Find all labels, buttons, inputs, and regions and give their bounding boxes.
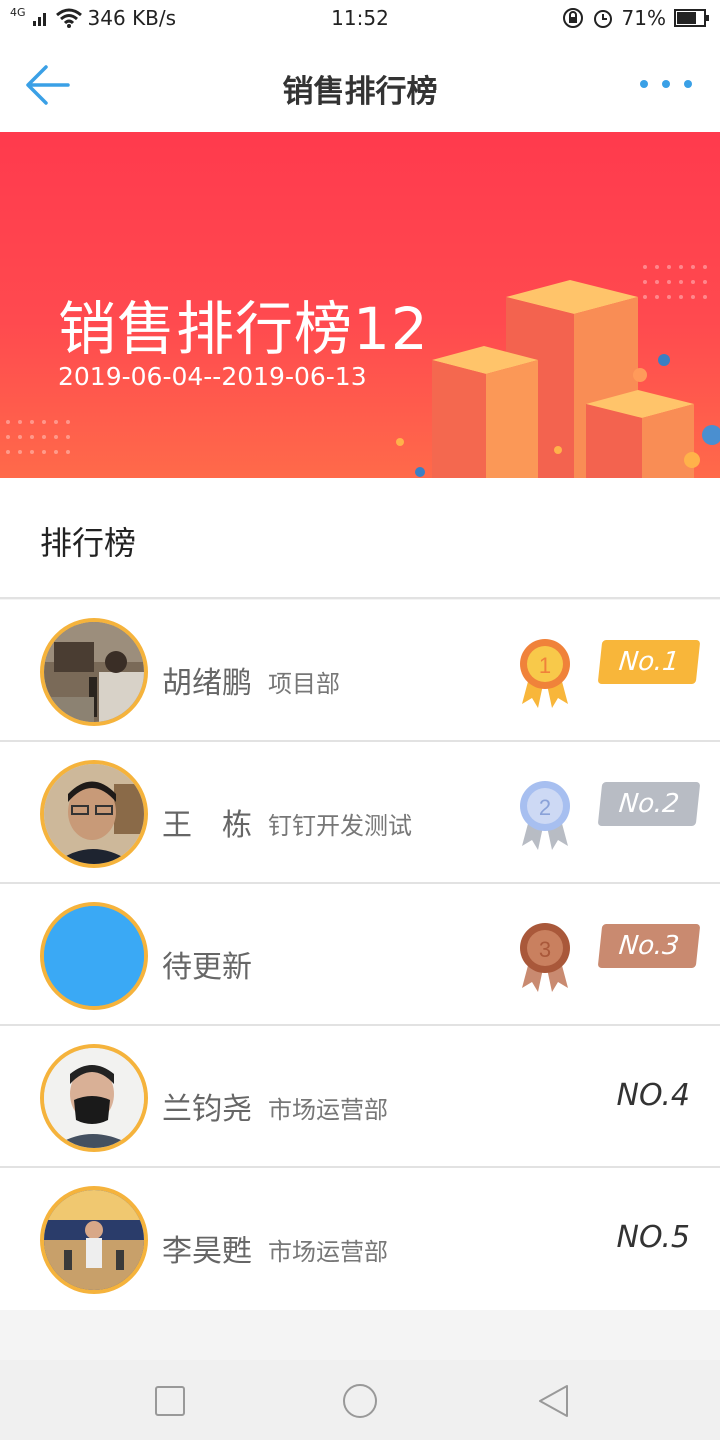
recent-apps-button[interactable] (151, 1382, 189, 1420)
member-name: 王 栋 (162, 808, 252, 843)
bronze-medal-icon: 3 (520, 923, 570, 992)
home-button[interactable] (341, 1382, 379, 1420)
more-button[interactable] (640, 74, 692, 94)
member-department: 市场运营部 (268, 1238, 388, 1266)
member-department: 市场运营部 (268, 1096, 388, 1124)
system-back-button[interactable] (534, 1382, 572, 1420)
rank-badge: No.1 (597, 640, 701, 684)
list-item[interactable]: 兰钧尧 市场运营部 NO.4 (0, 1026, 720, 1168)
rank-badge: No.3 (597, 924, 701, 968)
battery-icon (674, 9, 709, 27)
avatar (40, 618, 148, 726)
avatar (40, 1044, 148, 1152)
battery-percent: 71% (621, 6, 666, 30)
rank-label: NO.5 (616, 1220, 690, 1255)
avatar (40, 760, 148, 868)
avatar-photo (44, 1048, 144, 1148)
section-label: 排行榜 (40, 524, 137, 562)
avatar (40, 1186, 148, 1294)
list-item[interactable]: 李昊甦 市场运营部 NO.5 (0, 1168, 720, 1310)
system-nav-bar (0, 1360, 720, 1440)
member-name: 待更新 (162, 950, 252, 985)
status-right: 71% (562, 6, 710, 30)
list-item[interactable]: 胡绪鹏 项目部 1 No.1 (0, 600, 720, 742)
more-dot (662, 80, 670, 88)
avatar (40, 902, 148, 1010)
silver-medal-icon: 2 (520, 781, 570, 850)
banner-title: 销售排行榜12 (58, 295, 429, 363)
nav-bar: 销售排行榜 (0, 38, 720, 132)
member-department: 钉钉开发测试 (268, 812, 412, 840)
rank-label: NO.4 (616, 1078, 690, 1113)
rotation-lock-icon (562, 8, 583, 28)
more-dot (684, 80, 692, 88)
more-dots-icon (640, 80, 648, 88)
rank-badge: No.2 (597, 782, 701, 826)
avatar-photo (44, 764, 144, 864)
gold-medal-icon: 1 (520, 639, 570, 708)
banner-date-range: 2019-06-04--2019-06-13 (58, 362, 367, 391)
section-header: 排行榜 (0, 478, 720, 599)
member-department: 项目部 (268, 670, 340, 698)
list-item[interactable]: 待更新 3 No.3 (0, 884, 720, 1026)
page-title: 销售排行榜 (282, 74, 438, 110)
member-name: 兰钧尧 (162, 1092, 252, 1127)
medal-number: 3 (539, 937, 551, 962)
list-item[interactable]: 王 栋 钉钉开发测试 2 No.2 (0, 742, 720, 884)
avatar-photo (44, 1190, 144, 1290)
medal-number: 1 (539, 653, 551, 678)
ranking-list: 胡绪鹏 项目部 1 No.1 王 栋 钉钉开发测试 2 No.2 待更新 3 N… (0, 600, 720, 1310)
hero-banner: 销售排行榜12 2019-06-04--2019-06-13 (0, 132, 720, 478)
medal-number: 2 (539, 795, 551, 820)
avatar-photo (44, 622, 144, 722)
member-name: 李昊甦 (162, 1234, 252, 1269)
member-name: 胡绪鹏 (162, 666, 252, 701)
avatar-placeholder (44, 906, 144, 1006)
alarm-icon (593, 10, 612, 28)
status-bar: 4G 346 KB/s 11:52 71% (0, 0, 720, 38)
